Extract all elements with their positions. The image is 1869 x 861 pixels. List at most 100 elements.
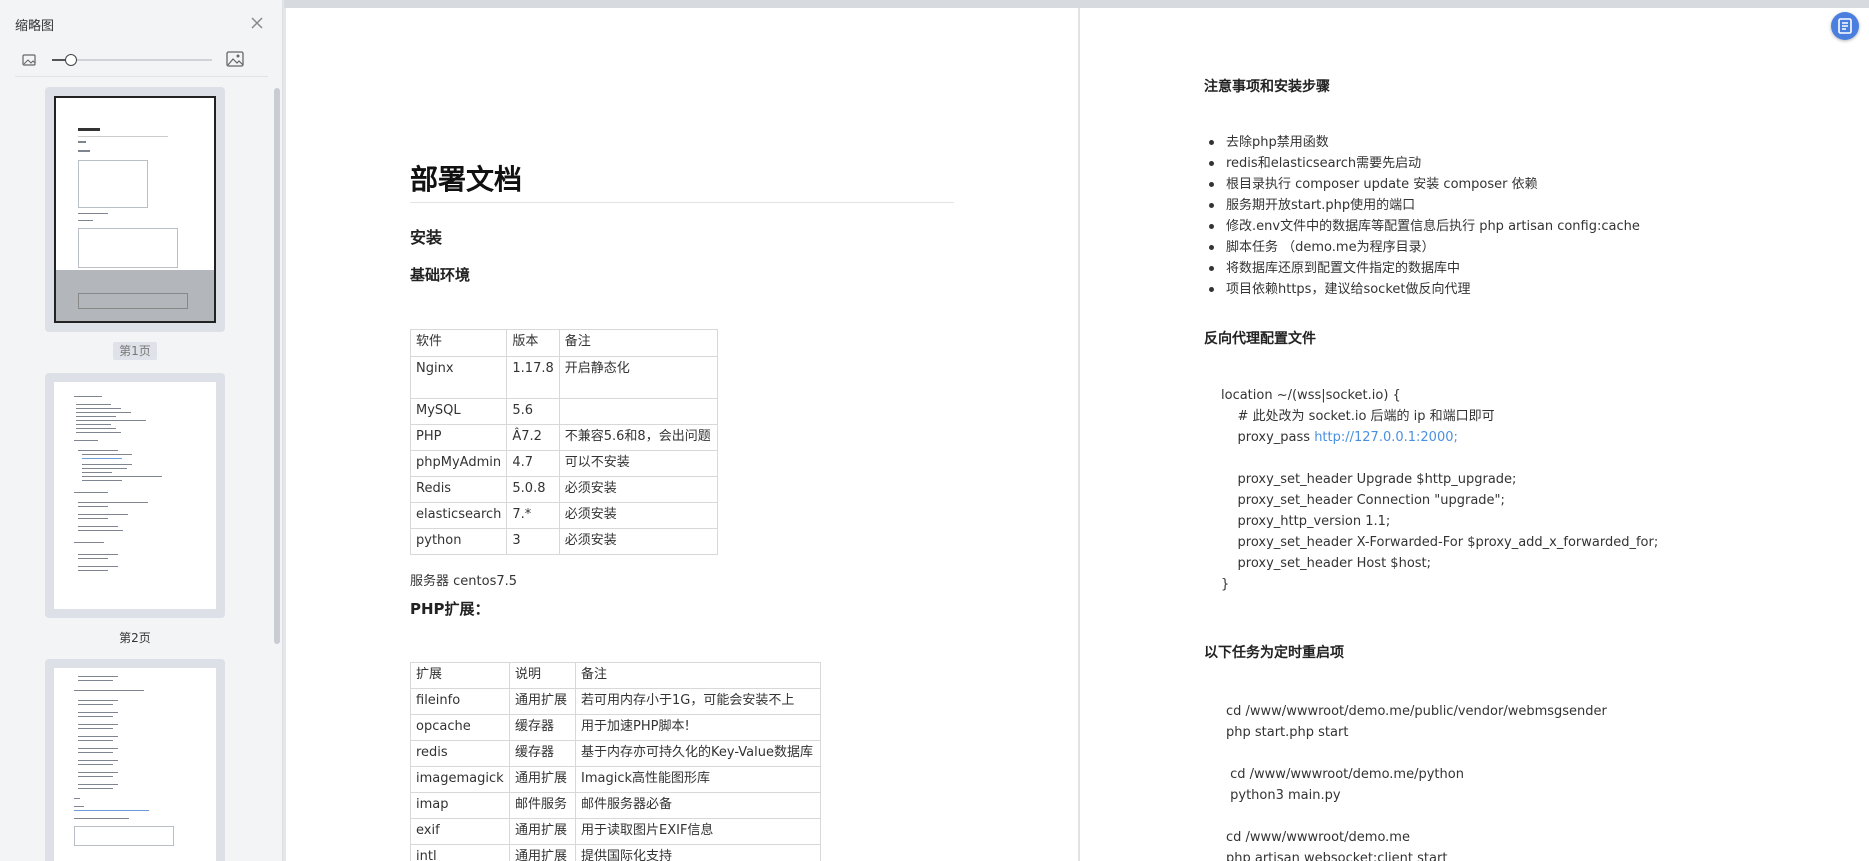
document-icon (1838, 18, 1852, 34)
ext-table-cell: redis (410, 740, 510, 767)
notes-list-item: 将数据库还原到配置文件指定的数据库中 (1204, 258, 1640, 279)
document-page-1: 部署文档 安装 基础环境 软件 版本 备注 Nginx 1.17.8 开启静态化 MySQL… (286, 8, 1078, 861)
proxy-code-line: location ~/(wss|socket.io) { (1221, 388, 1401, 403)
software-table-cell: 1.17.8 (506, 356, 560, 399)
ext-table-cell: 用于加速PHP脚本! (575, 714, 821, 741)
software-table-row: elasticsearch 7.* 必须安装 (409, 502, 718, 529)
proxy-code-line: proxy_set_header X-Forwarded-For $proxy_… (1221, 535, 1659, 550)
software-table-cell (558, 398, 718, 425)
sidebar-divider (15, 76, 268, 77)
ext-table-row: fileinfo 通用扩展 若可用内存小于1G，可能会安装不上 (410, 688, 821, 715)
ext-table-cell: 基于内存亦可持久化的Key-Value数据库 (575, 740, 821, 767)
ext-table-cell: opcache (410, 714, 510, 741)
software-table-row: MySQL 5.6 (409, 398, 718, 425)
ext-table-cell: 通用扩展 (509, 818, 576, 845)
ext-table-cell: 说明 (509, 662, 576, 689)
notes-list-item: 服务期开放start.php使用的端口 (1204, 195, 1640, 216)
software-table-cell: 软件 (409, 329, 508, 357)
ext-table-cell: 通用扩展 (509, 688, 576, 715)
ext-table-cell: 邮件服务 (509, 792, 576, 819)
ext-table-cell: 扩展 (410, 662, 510, 689)
ext-table-row: intl 通用扩展 提供国际化支持 (410, 844, 821, 861)
proxy-code-line: proxy_set_header Connection "upgrade"; (1221, 493, 1505, 508)
task-code-line: cd /www/wwwroot/demo.me/public/vendor/we… (1226, 704, 1607, 719)
proxy-code-line: # 此处改为 socket.io 后端的 ip 和端口即可 (1221, 409, 1495, 424)
thumbnail-sidebar: 缩略图 第1页 第2页 (0, 0, 283, 861)
thumbnail-page-2-preview (54, 382, 216, 609)
task-code-line: php artisan websocket:client start (1226, 851, 1448, 861)
page-title: 部署文档 (410, 163, 523, 196)
ext-table-cell: imagemagick (410, 766, 510, 793)
ext-table-cell: 通用扩展 (509, 844, 576, 861)
software-table-row: phpMyAdmin 4.7 可以不安装 (409, 450, 718, 477)
software-table-cell: 版本 (506, 329, 560, 357)
software-table-cell: 必须安装 (558, 476, 718, 503)
notes-list-item: 脚本任务 （demo.me为程序目录） (1204, 237, 1640, 258)
thumbnail-page-1[interactable] (45, 87, 225, 332)
ext-table-cell: 提供国际化支持 (575, 844, 821, 861)
software-table-cell: 开启静态化 (558, 356, 718, 399)
task-code-line: php start.php start (1226, 725, 1349, 740)
zoom-slider[interactable] (52, 54, 212, 66)
software-table-cell: 不兼容5.6和8，会出问题 (558, 424, 718, 451)
software-table-cell: MySQL (409, 398, 508, 425)
software-table-cell: python (409, 528, 508, 555)
software-table-cell: 必须安装 (558, 528, 718, 555)
floating-action-button[interactable] (1831, 12, 1859, 40)
server-text: 服务器 centos7.5 (410, 574, 518, 589)
task-code-line: cd /www/wwwroot/demo.me (1226, 830, 1410, 845)
proxy-code-line: proxy_set_header Host $host; (1221, 556, 1432, 571)
thumbnail-label-2: 第2页 (119, 631, 151, 645)
env-heading: 基础环境 (410, 266, 471, 284)
proxy-code-line: proxy_http_version 1.1; (1221, 514, 1391, 529)
proxy-code-line: proxy_pass http://127.0.0.1:2000; (1221, 430, 1458, 445)
title-divider (410, 202, 954, 203)
notes-list-item: redis和elasticsearch需要先启动 (1204, 153, 1640, 174)
task-code-line: cd /www/wwwroot/demo.me/python (1226, 767, 1464, 782)
software-table-cell: 可以不安装 (558, 450, 718, 477)
ext-table-row: redis 缓存器 基于内存亦可持久化的Key-Value数据库 (410, 740, 821, 767)
notes-list-item: 根目录执行 composer update 安装 composer 依赖 (1204, 174, 1640, 195)
php-extensions-table: 扩展 说明 备注 fileinfo 通用扩展 若可用内存小于1G，可能会安装不上 opcac… (410, 662, 821, 861)
software-table: 软件 版本 备注 Nginx 1.17.8 开启静态化 MySQL 5.6 PHP Â7.2 不兼容… (409, 329, 718, 555)
software-table-cell: 3 (506, 528, 560, 555)
software-table-cell: Â7.2 (506, 424, 560, 451)
ext-table-cell: intl (410, 844, 510, 861)
notes-list-item: 去除php禁用函数 (1204, 132, 1640, 153)
notes-heading: 注意事项和安装步骤 (1204, 79, 1330, 95)
ext-table-row: imagemagick 通用扩展 Imagick高性能图形库 (410, 766, 821, 793)
tasks-heading: 以下任务为定时重启项 (1204, 645, 1344, 661)
software-table-cell: Nginx (409, 356, 508, 399)
software-table-cell: 备注 (558, 329, 718, 357)
close-icon[interactable] (248, 14, 266, 32)
ext-table-cell: exif (410, 818, 510, 845)
thumbnail-page-3[interactable] (45, 659, 225, 861)
ext-table-cell: 用于读取图片EXIF信息 (575, 818, 821, 845)
proxy-pass-link[interactable]: http://127.0.0.1:2000; (1314, 430, 1458, 445)
thumbnail-page-3-preview (54, 668, 216, 861)
install-heading: 安装 (410, 228, 443, 247)
notes-list: 去除php禁用函数 redis和elasticsearch需要先启动 根目录执行 c… (1204, 132, 1640, 300)
ext-table-row: exif 通用扩展 用于读取图片EXIF信息 (410, 818, 821, 845)
software-table-row: python 3 必须安装 (409, 528, 718, 555)
ext-table-row: opcache 缓存器 用于加速PHP脚本! (410, 714, 821, 741)
ext-table-cell: imap (410, 792, 510, 819)
software-table-cell: Redis (409, 476, 508, 503)
notes-list-item: 修改.env文件中的数据库等配置信息后执行 php artisan config… (1204, 216, 1640, 237)
proxy-code-line: proxy_set_header Upgrade $http_upgrade; (1221, 472, 1517, 487)
zoom-out-image-icon[interactable] (22, 52, 36, 71)
zoom-in-image-icon[interactable] (226, 50, 244, 72)
ext-table-row: 扩展 说明 备注 (410, 662, 821, 689)
zoom-control (20, 50, 250, 70)
software-table-row: PHP Â7.2 不兼容5.6和8，会出问题 (409, 424, 718, 451)
thumbnail-page-2[interactable] (45, 373, 225, 618)
software-table-cell: 必须安装 (558, 502, 718, 529)
notes-list-item: 项目依赖https，建议给socket做反向代理 (1204, 279, 1640, 300)
thumbnail-label-1: 第1页 (0, 342, 270, 360)
zoom-slider-handle[interactable] (65, 54, 78, 66)
software-table-row: 软件 版本 备注 (409, 329, 718, 357)
sidebar-title: 缩略图 (15, 19, 55, 34)
sidebar-scrollbar[interactable] (274, 88, 280, 644)
ext-table-cell: 若可用内存小于1G，可能会安装不上 (575, 688, 821, 715)
software-table-cell: 4.7 (506, 450, 560, 477)
